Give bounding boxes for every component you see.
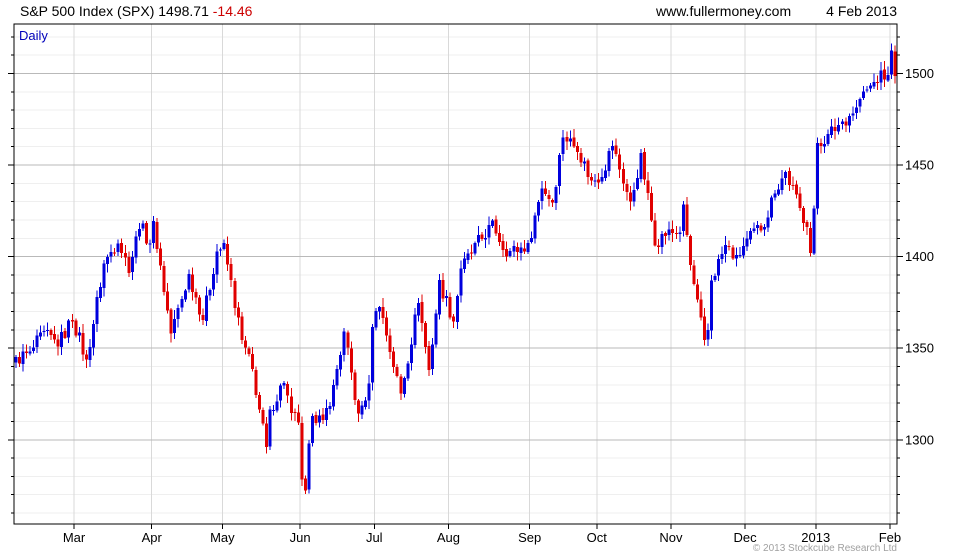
x-axis-label: Nov <box>659 530 683 545</box>
x-axis-label: Jun <box>290 530 311 545</box>
y-axis-label: 1400 <box>905 249 934 264</box>
copyright-notice: © 2013 Stockcube Research Ltd <box>752 543 897 554</box>
minor-gridlines <box>14 36 897 514</box>
y-axis-label: 1500 <box>905 66 934 81</box>
x-axis-label: May <box>210 530 235 545</box>
x-axis-label: Jul <box>366 530 383 545</box>
chart-page: S&P 500 Index (SPX) 1498.71 -14.46 www.f… <box>0 0 980 560</box>
x-axis-label: Mar <box>63 530 86 545</box>
timeframe-label: Daily <box>19 28 48 43</box>
axis-frame <box>8 23 903 529</box>
x-axis-label: Apr <box>142 530 163 545</box>
x-axis-label: Oct <box>587 530 608 545</box>
month-gridlines <box>73 24 891 524</box>
x-axis-label: Sep <box>518 530 541 545</box>
y-axis-label: 1450 <box>905 158 934 173</box>
candlestick-chart: 1300 1350 1400 1450 1500 Mar Apr May Jun Jul Aug Se… <box>8 23 934 545</box>
axis-labels: 1300 1350 1400 1450 1500 Mar Apr May Jun Jul Aug Se… <box>63 66 934 545</box>
x-axis-label: Aug <box>437 530 460 545</box>
y-axis-label: 1350 <box>905 341 934 356</box>
y-axis-label: 1300 <box>905 432 934 447</box>
candles-group <box>14 43 897 495</box>
